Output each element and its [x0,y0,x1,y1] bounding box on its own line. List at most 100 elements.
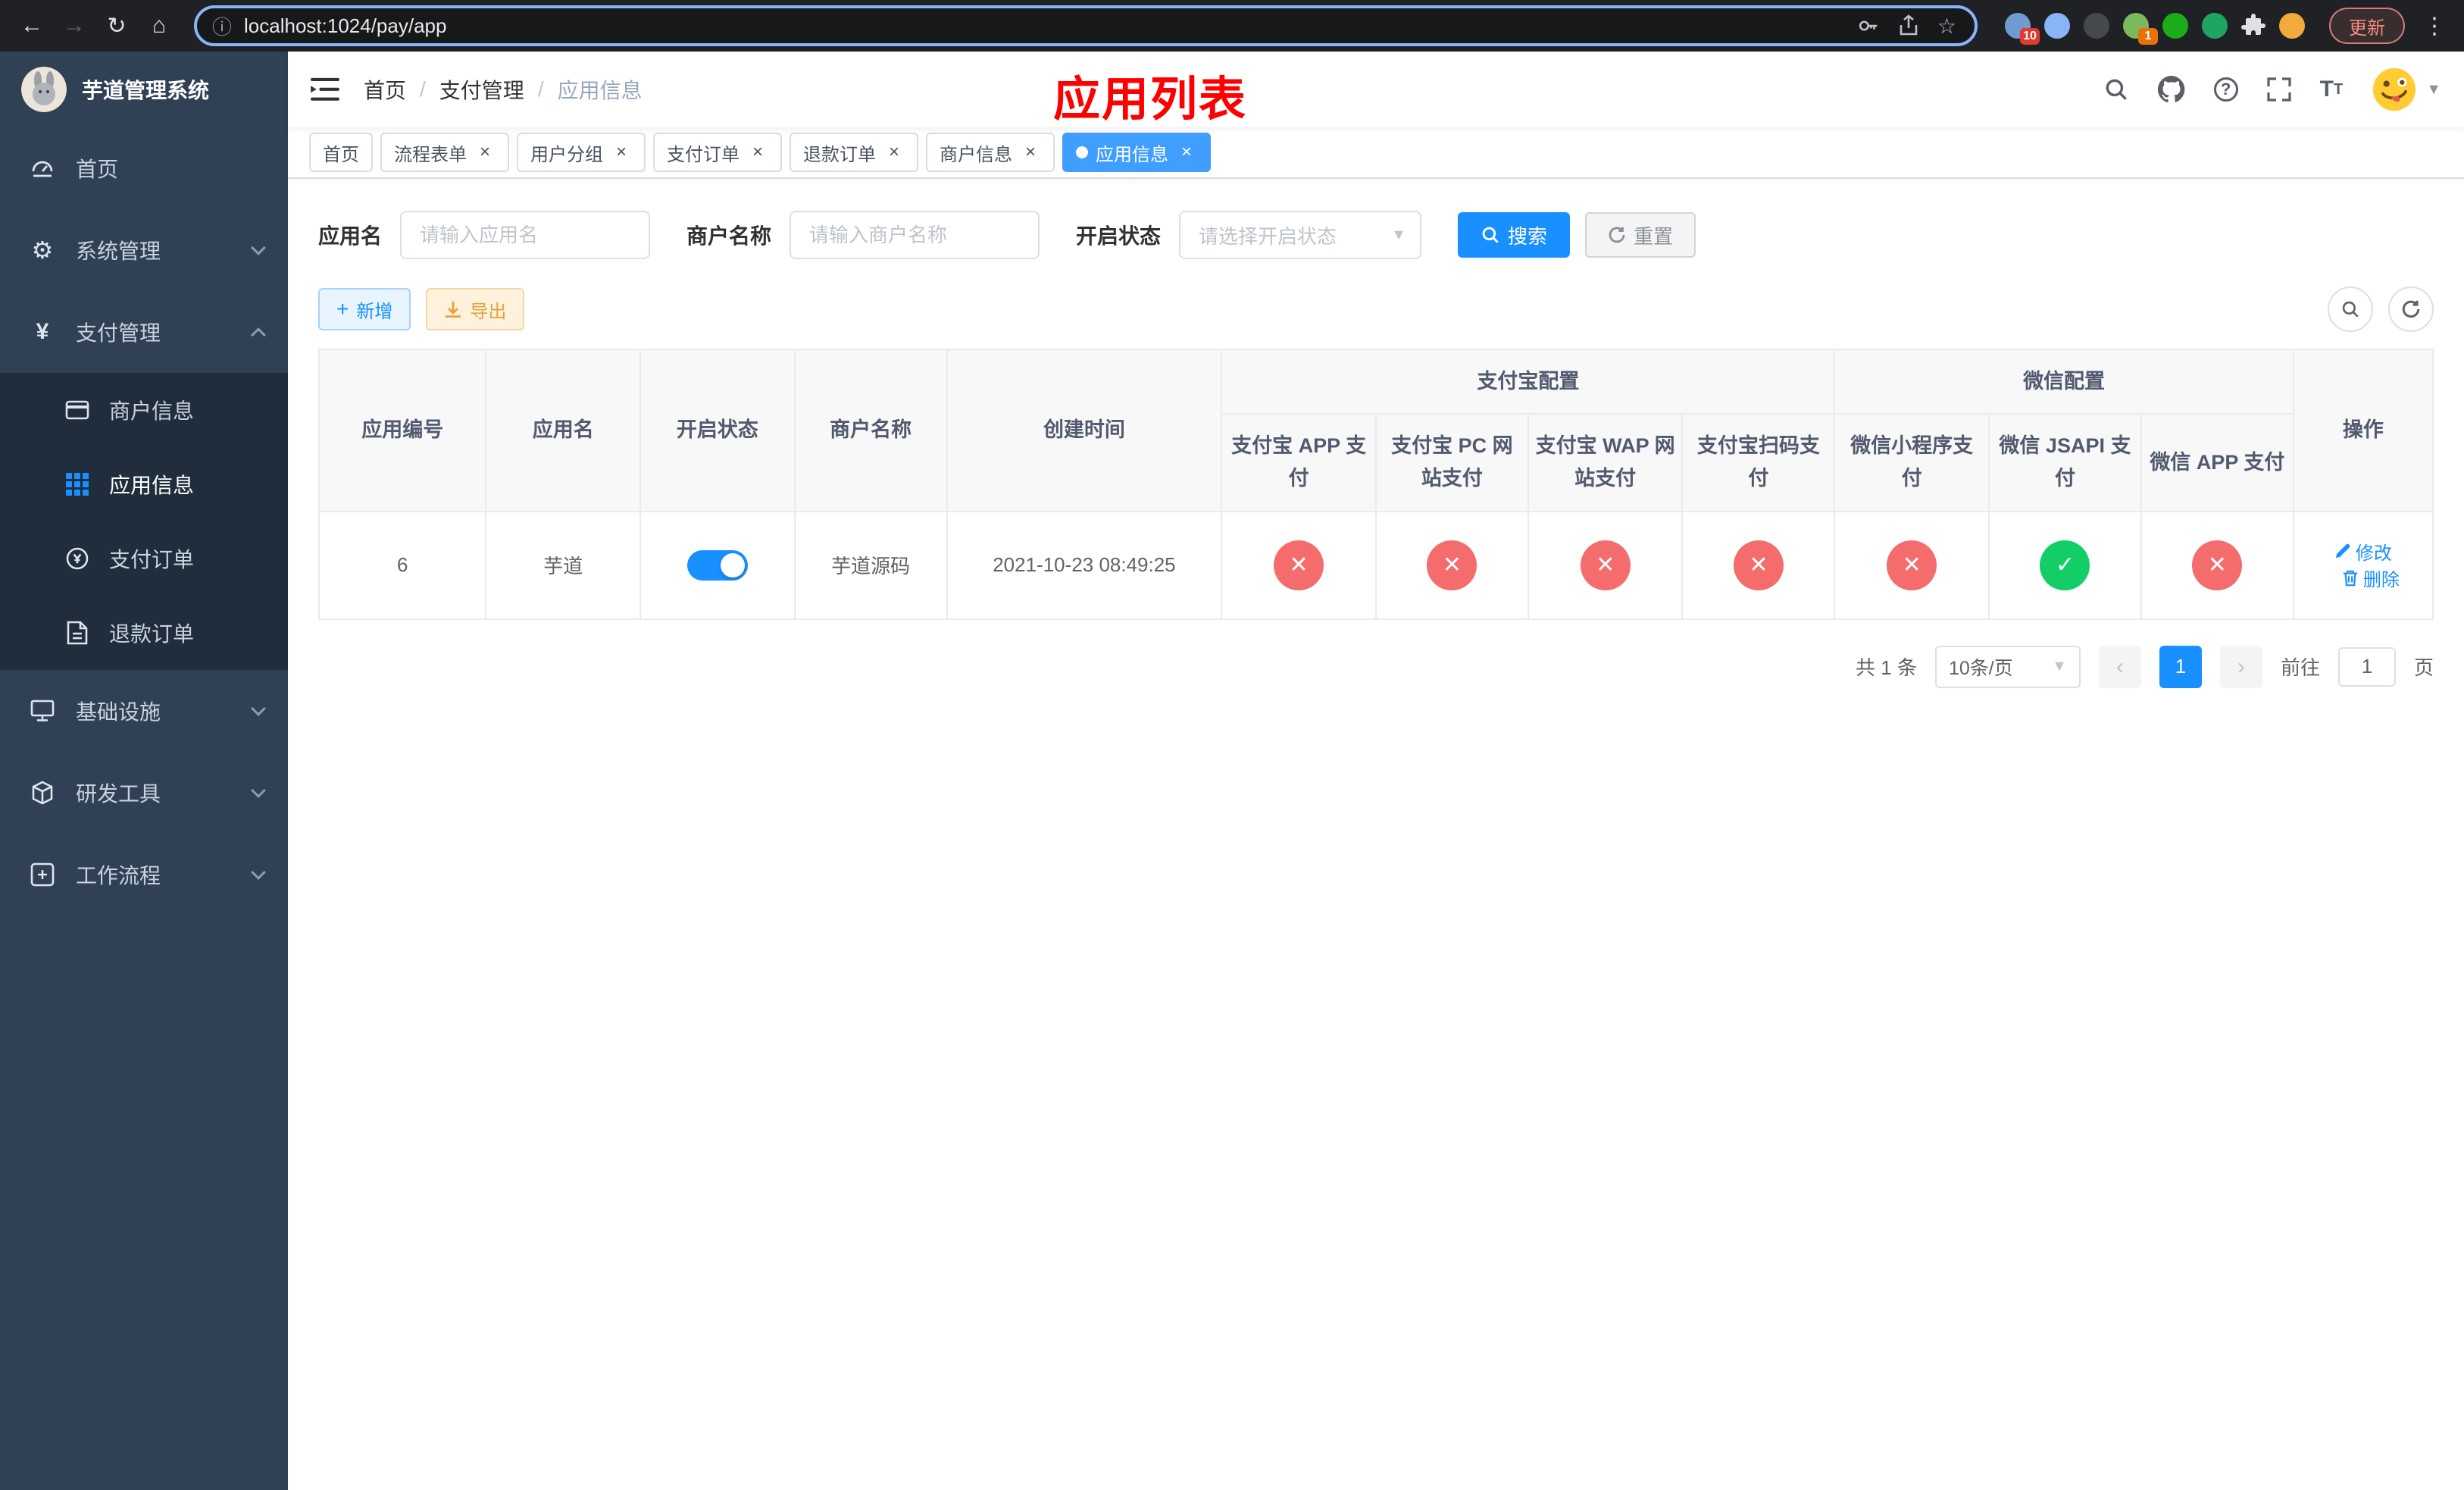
close-icon[interactable]: × [611,142,632,163]
user-menu[interactable]: ▼ [2372,67,2441,112]
tab-home[interactable]: 首页 [309,133,373,172]
page-size-select[interactable]: 10条/页 ▼ [1934,645,2081,688]
alipay-app-status-icon: ✕ [1274,540,1324,590]
edit-button[interactable]: 修改 [2334,538,2392,565]
tab-pay-order[interactable]: 支付订单 × [653,133,782,172]
toggle-search-button[interactable] [2328,286,2373,332]
active-dot [1076,146,1088,158]
add-button[interactable]: + 新增 [318,288,411,330]
top-header: 首页 / 支付管理 / 应用信息 应用列表 ? TT ▼ [288,52,2464,127]
close-icon[interactable]: × [1020,142,1041,163]
fullscreen-icon[interactable] [2267,77,2291,102]
menu-label: 应用信息 [109,474,195,497]
wechat-jsapi-status-icon: ✓ [2040,540,2090,590]
page-unit-label: 页 [2413,656,2434,680]
font-size-icon[interactable]: TT [2320,78,2344,101]
sidebar-item-workflow[interactable]: 工作流程 [0,834,288,916]
sidebar-item-home[interactable]: 首页 [0,127,288,209]
page-annotation: 应用列表 [1053,74,1248,126]
cell-alipay-qr: ✕ [1681,510,1836,620]
tab-refund-order[interactable]: 退款订单 × [790,133,918,172]
sidebar-item-infrastructure[interactable]: 基础设施 [0,670,288,752]
chevron-down-icon: ▼ [2426,80,2441,98]
close-icon[interactable]: × [747,142,768,163]
github-icon[interactable] [2157,76,2185,103]
close-icon[interactable]: × [883,142,905,163]
extension-notes-icon[interactable] [2202,13,2228,39]
sidebar-item-refund-order[interactable]: 退款订单 [0,596,288,670]
breadcrumb: 首页 / 支付管理 / 应用信息 [364,74,643,105]
address-bar[interactable]: ⓘ localhost:1024/pay/app ☆ [194,5,1978,46]
col-actions: 操作 [2292,349,2434,512]
sidebar-item-devtools[interactable]: 研发工具 [0,752,288,834]
search-button-label: 搜索 [1508,224,1548,248]
close-icon[interactable]: × [474,142,496,163]
breadcrumb-home[interactable]: 首页 [364,74,406,105]
extension-check-icon[interactable] [2162,13,2188,39]
chevron-down-icon [251,701,266,716]
app-window: 芋道管理系统 首页 ⚙ 系统管理 ¥ 支付管理 商户信息 应用信息 支付订单 退… [0,52,2464,1490]
col-alipay-pc: 支付宝 PC 网站支付 [1374,413,1529,512]
close-icon[interactable]: × [1176,142,1197,163]
reload-icon[interactable]: ↻ [97,6,136,45]
extension-grid-icon[interactable]: 10 [2005,13,2040,45]
cell-alipay-app: ✕ [1221,510,1377,620]
reset-button[interactable]: 重置 [1585,212,1696,258]
sidebar-item-payment[interactable]: ¥ 支付管理 [0,291,288,373]
cell-created: 2021-10-23 08:49:25 [946,510,1223,620]
tab-app-info[interactable]: 应用信息 × [1062,133,1211,172]
search-button[interactable]: 搜索 [1458,212,1571,258]
forward-icon[interactable]: → [55,6,94,45]
tab-merchant-info[interactable]: 商户信息 × [926,133,1055,172]
tab-process-form[interactable]: 流程表单 × [380,133,509,172]
payment-submenu: 商户信息 应用信息 支付订单 退款订单 [0,373,288,670]
extension-profile-icon[interactable]: 1 [2123,13,2158,45]
refresh-button[interactable] [2388,286,2434,332]
breadcrumb-payment[interactable]: 支付管理 [439,74,524,105]
home-icon[interactable]: ⌂ [139,6,179,45]
app-name-input[interactable] [400,211,651,259]
col-wechat-app: 微信 APP 支付 [2140,413,2294,512]
sidebar-item-app-info[interactable]: 应用信息 [0,447,288,521]
search-icon[interactable] [2103,77,2129,102]
help-icon[interactable]: ? [2213,77,2238,102]
sidebar-item-pay-order[interactable]: 支付订单 [0,521,288,596]
tab-label: 首页 [323,144,359,165]
browser-profile-avatar[interactable] [2279,13,2305,39]
back-icon[interactable]: ← [12,6,52,45]
yen-icon: ¥ [36,319,49,344]
status-select[interactable]: 请选择开启状态 ▼ [1179,211,1422,259]
sidebar-item-system[interactable]: ⚙ 系统管理 [0,209,288,291]
box-icon [29,781,56,805]
extension-drop-icon[interactable] [2044,13,2070,39]
cell-wechat-app: ✕ [2140,510,2294,620]
goto-page-input[interactable] [2337,646,2396,687]
app-logo[interactable]: 芋道管理系统 [0,52,288,127]
extension-dark-icon[interactable] [2084,13,2109,39]
breadcrumb-separator: / [420,77,426,101]
extensions-puzzle-icon[interactable] [2241,14,2265,38]
browser-update-button[interactable]: 更新 [2329,8,2405,44]
app-title: 芋道管理系统 [82,79,210,102]
tab-user-group[interactable]: 用户分组 × [517,133,646,172]
goto-label: 前往 [2280,656,2320,680]
bookmark-star-icon[interactable]: ☆ [1937,14,1956,39]
export-button[interactable]: 导出 [426,288,525,330]
col-merchant: 商户名称 [793,349,948,512]
pagination: 共 1 条 10条/页 ▼ ‹ 1 › 前往 页 [318,645,2434,688]
delete-button[interactable]: 删除 [2342,565,2400,591]
prev-page-button[interactable]: ‹ [2098,645,2141,688]
key-icon[interactable] [1857,14,1880,37]
breadcrumb-current: 应用信息 [557,79,643,102]
share-icon[interactable] [1898,14,1919,37]
browser-menu-icon[interactable]: ⋮ [2423,13,2446,39]
page-1-button[interactable]: 1 [2159,645,2202,688]
site-info-icon[interactable]: ⓘ [212,12,232,40]
status-switch[interactable] [686,549,748,581]
sidebar-toggle-icon[interactable] [311,77,339,102]
sidebar: 芋道管理系统 首页 ⚙ 系统管理 ¥ 支付管理 商户信息 应用信息 支付订单 退… [0,52,288,1490]
merchant-name-input[interactable] [790,211,1040,259]
filter-status: 开启状态 请选择开启状态 ▼ [1076,211,1422,259]
sidebar-item-merchant-info[interactable]: 商户信息 [0,373,288,447]
next-page-button[interactable]: › [2219,645,2262,688]
